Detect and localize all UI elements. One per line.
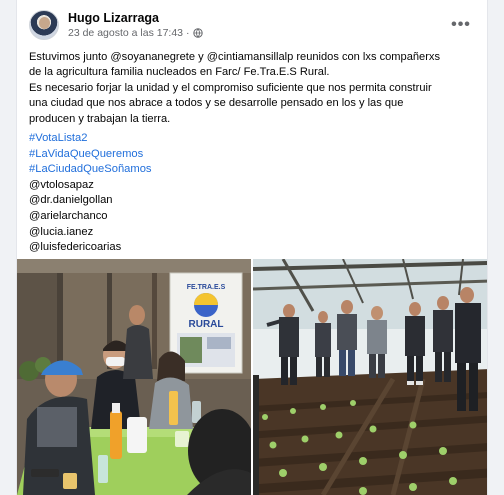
post-meta: 23 de agosto a las 17:43 ·	[68, 27, 203, 39]
post-body: Estuvimos junto @soyananegrete y @cintia…	[29, 50, 479, 127]
meta-separator: ·	[186, 27, 190, 39]
meeting-photo[interactable]: FE.TRA.E.S RURAL	[17, 259, 251, 495]
globe-icon[interactable]	[192, 28, 203, 38]
hashtag-link[interactable]: #LaVidaQueQueremos	[29, 147, 329, 163]
author-name[interactable]: Hugo Lizarraga	[68, 11, 159, 25]
post-body-line: Es necesario forjar la unidad y el compr…	[29, 81, 432, 94]
post-card: Hugo Lizarraga 23 de agosto a las 17:43 …	[16, 0, 488, 495]
mention-text: @dr.danielgollan	[29, 194, 113, 207]
sign-main-text: RURAL	[189, 319, 224, 330]
post-header: Hugo Lizarraga 23 de agosto a las 17:43 …	[29, 10, 477, 40]
hashtag-link[interactable]: #VotaLista2	[29, 131, 329, 147]
sign-top-text: FE.TRA.E.S	[187, 284, 226, 291]
mention-text: @arielarchanco	[29, 209, 108, 222]
avatar[interactable]	[29, 10, 59, 40]
tag-list: #VotaLista2 #LaVidaQueQueremos #LaCiudad…	[29, 131, 329, 256]
mention-text: @vtolosapaz	[29, 178, 94, 191]
post-timestamp[interactable]: 23 de agosto a las 17:43	[68, 27, 183, 39]
more-options-button[interactable]: •••	[449, 14, 473, 36]
post-body-line: de la agricultura familia nucleados en F…	[29, 66, 330, 79]
post-body-line: Estuvimos junto @soyananegrete y @cintia…	[29, 51, 440, 63]
hashtag-link[interactable]: #LaCiudadQueSoñamos	[29, 162, 329, 178]
avatar-face	[39, 17, 50, 29]
photo-grid: FE.TRA.E.S RURAL	[17, 259, 487, 495]
greenhouse-photo[interactable]	[253, 259, 487, 495]
post-body-line: una ciudad que nos abrace a todos y se d…	[29, 97, 404, 110]
mention-text: @luisfedericoarias	[29, 241, 122, 254]
post-body-line: producen y trabajan la tierra.	[29, 112, 171, 125]
mention-text: @lucia.ianez	[29, 225, 94, 238]
